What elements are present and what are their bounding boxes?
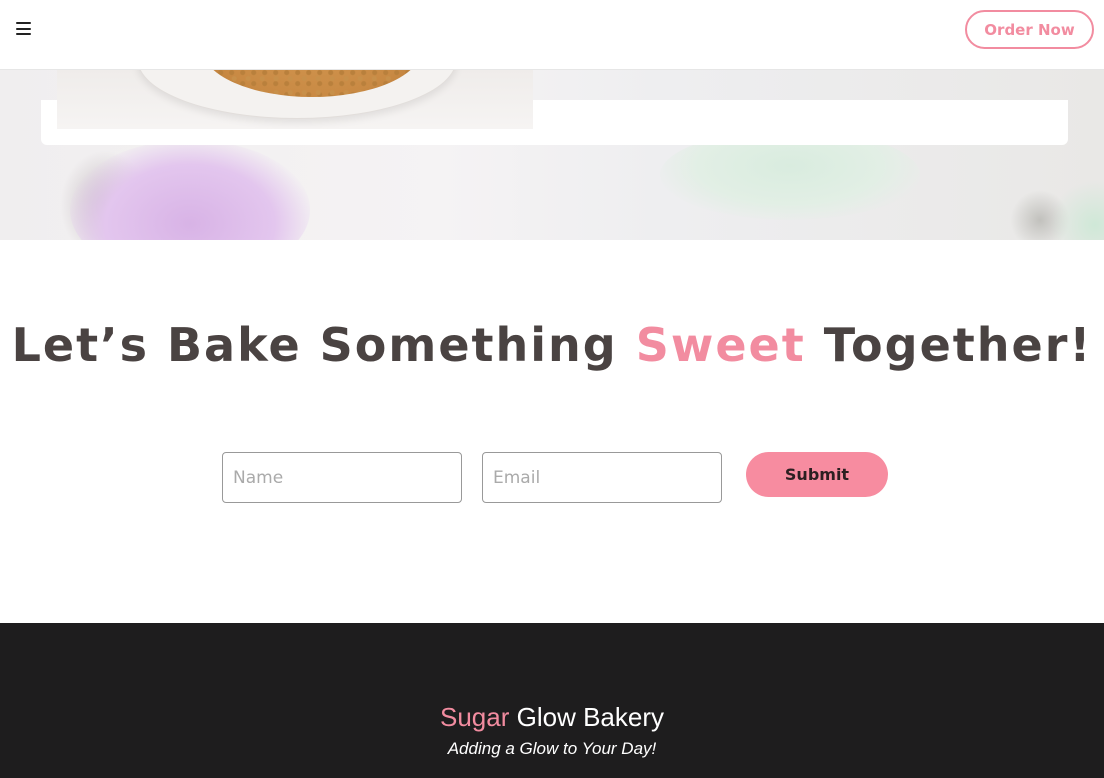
brand-tagline: Adding a Glow to Your Day! (447, 739, 657, 758)
heading-text: Let’s Bake Something (11, 318, 618, 372)
brand-rest: Glow Bakery (516, 702, 664, 732)
brand-accent: Sugar (439, 702, 510, 732)
contact-section: Let’s Bake Something Sweet Together! Sub… (0, 240, 1104, 623)
product-card (41, 70, 1068, 145)
heading-accent: Sweet (635, 318, 806, 372)
order-now-button[interactable]: Order Now (965, 10, 1094, 49)
green-heart-candy (1050, 180, 1104, 240)
site-footer: Sugar Glow Bakery Adding a Glow to Your … (0, 623, 1104, 778)
site-header: Order Now (0, 0, 1104, 70)
email-input[interactable] (482, 452, 722, 503)
cake-image (57, 70, 533, 129)
name-input[interactable] (222, 452, 462, 503)
submit-button[interactable]: Submit (746, 452, 888, 497)
decorative-candy-band (0, 70, 1104, 240)
section-heading: Let’s Bake Something Sweet Together! (0, 318, 1104, 372)
hamburger-menu-icon[interactable] (16, 22, 32, 36)
heading-text-end: Together! (823, 318, 1093, 372)
brand-name: Sugar Glow Bakery (0, 702, 1104, 733)
